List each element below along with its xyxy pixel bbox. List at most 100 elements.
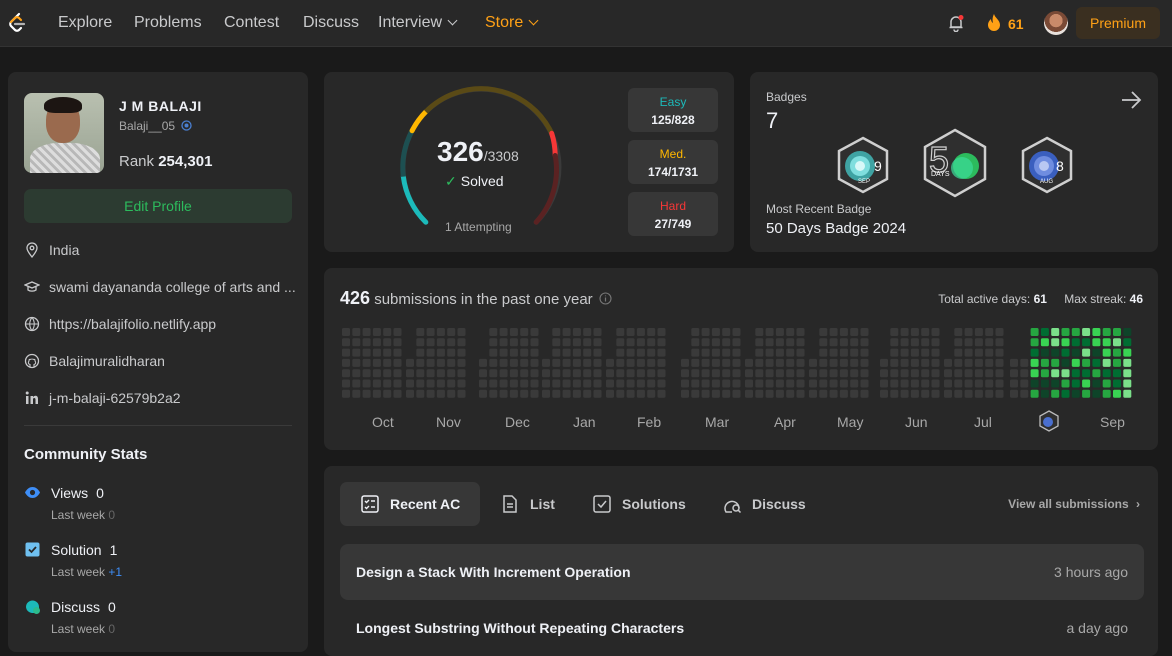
- heatmap-cell[interactable]: [1113, 348, 1121, 357]
- info-icon[interactable]: [599, 292, 612, 305]
- heatmap-cell[interactable]: [829, 369, 838, 378]
- heatmap-cell[interactable]: [1102, 379, 1111, 388]
- leetcode-logo-icon[interactable]: [6, 12, 28, 34]
- heatmap-cell[interactable]: [362, 389, 371, 398]
- heatmap-cell[interactable]: [995, 328, 1004, 336]
- heatmap-cell[interactable]: [593, 369, 602, 378]
- heatmap-cell[interactable]: [489, 379, 498, 388]
- heatmap-cell[interactable]: [416, 358, 425, 367]
- heatmap-cell[interactable]: [436, 389, 445, 398]
- easy-box[interactable]: Easy 125/828: [628, 88, 718, 132]
- heatmap-cell[interactable]: [489, 389, 498, 398]
- heatmap-cell[interactable]: [985, 348, 994, 357]
- heatmap-cell[interactable]: [1051, 328, 1060, 336]
- heatmap-cell[interactable]: [860, 338, 869, 347]
- heatmap-cell[interactable]: [765, 358, 774, 367]
- heatmap-cell[interactable]: [691, 389, 700, 398]
- heatmap-cell[interactable]: [1020, 369, 1029, 378]
- heatmap-cell[interactable]: [880, 379, 888, 388]
- heatmap-cell[interactable]: [1061, 379, 1070, 388]
- heatmap-cell[interactable]: [499, 369, 508, 378]
- heatmap-cell[interactable]: [850, 379, 859, 388]
- heatmap-cell[interactable]: [372, 358, 381, 367]
- heatmap-cell[interactable]: [1051, 358, 1060, 367]
- heatmap-cell[interactable]: [1071, 389, 1080, 398]
- medium-box[interactable]: Med. 174/1731: [628, 140, 718, 184]
- heatmap-cell[interactable]: [900, 389, 909, 398]
- heatmap-cell[interactable]: [860, 389, 869, 398]
- heatmap-cell[interactable]: [974, 379, 983, 388]
- nav-explore[interactable]: Explore: [58, 14, 112, 32]
- heatmap-cell[interactable]: [809, 369, 817, 378]
- heatmap-cell[interactable]: [974, 328, 983, 336]
- heatmap-cell[interactable]: [775, 338, 784, 347]
- heatmap-cell[interactable]: [1010, 358, 1018, 367]
- heatmap-cell[interactable]: [921, 369, 930, 378]
- heatmap-cell[interactable]: [691, 338, 700, 347]
- heatmap-cell[interactable]: [711, 389, 720, 398]
- 50-days-badge-icon[interactable]: 5 DAYS: [922, 128, 988, 198]
- heatmap-cell[interactable]: [562, 328, 571, 336]
- heatmap-cell[interactable]: [809, 358, 817, 367]
- heatmap-cell[interactable]: [426, 358, 435, 367]
- heatmap-cell[interactable]: [921, 379, 930, 388]
- heatmap-cell[interactable]: [1071, 348, 1080, 357]
- streak-flame-icon[interactable]: [986, 13, 1002, 32]
- heatmap-cell[interactable]: [616, 369, 625, 378]
- heatmap-cell[interactable]: [809, 379, 817, 388]
- heatmap-cell[interactable]: [860, 379, 869, 388]
- heatmap-cell[interactable]: [900, 328, 909, 336]
- heatmap-cell[interactable]: [436, 348, 445, 357]
- heatmap-cell[interactable]: [786, 338, 795, 347]
- heatmap-cell[interactable]: [819, 379, 828, 388]
- heatmap-cell[interactable]: [964, 358, 973, 367]
- heatmap-cell[interactable]: [1092, 379, 1101, 388]
- heatmap-cell[interactable]: [829, 338, 838, 347]
- heatmap-cell[interactable]: [520, 338, 529, 347]
- heatmap-cell[interactable]: [499, 389, 508, 398]
- heatmap-cell[interactable]: [819, 358, 828, 367]
- heatmap-cell[interactable]: [416, 328, 425, 336]
- heatmap-cell[interactable]: [1102, 338, 1111, 347]
- heatmap-cell[interactable]: [985, 389, 994, 398]
- heatmap-cell[interactable]: [1071, 358, 1080, 367]
- heatmap-cell[interactable]: [562, 348, 571, 357]
- heatmap-cell[interactable]: [691, 369, 700, 378]
- heatmap-cell[interactable]: [562, 389, 571, 398]
- heatmap-cell[interactable]: [542, 389, 550, 398]
- heatmap-cell[interactable]: [1030, 369, 1039, 378]
- heatmap-cell[interactable]: [426, 389, 435, 398]
- heatmap-cell[interactable]: [447, 379, 456, 388]
- heatmap-cell[interactable]: [393, 389, 402, 398]
- heatmap-cell[interactable]: [765, 328, 774, 336]
- heatmap-cell[interactable]: [447, 358, 456, 367]
- heatmap-cell[interactable]: [572, 348, 581, 357]
- heatmap-cell[interactable]: [436, 358, 445, 367]
- heatmap-cell[interactable]: [552, 348, 561, 357]
- heatmap-cell[interactable]: [636, 379, 645, 388]
- heatmap-cell[interactable]: [691, 358, 700, 367]
- heatmap-cell[interactable]: [995, 358, 1004, 367]
- heatmap-cell[interactable]: [416, 369, 425, 378]
- heatmap-cell[interactable]: [819, 328, 828, 336]
- heatmap-cell[interactable]: [583, 348, 592, 357]
- heatmap-cell[interactable]: [890, 379, 899, 388]
- heatmap-cell[interactable]: [479, 379, 487, 388]
- heatmap-cell[interactable]: [416, 379, 425, 388]
- heatmap-cell[interactable]: [647, 338, 656, 347]
- heatmap-cell[interactable]: [352, 379, 361, 388]
- heatmap-cell[interactable]: [406, 358, 414, 367]
- heatmap-cell[interactable]: [1113, 358, 1121, 367]
- heatmap-cell[interactable]: [931, 379, 940, 388]
- heatmap-cell[interactable]: [572, 389, 581, 398]
- heatmap-cell[interactable]: [900, 338, 909, 347]
- heatmap-cell[interactable]: [1040, 348, 1049, 357]
- heatmap-cell[interactable]: [447, 369, 456, 378]
- heatmap-cell[interactable]: [954, 379, 963, 388]
- heatmap-cell[interactable]: [796, 348, 805, 357]
- heatmap-cell[interactable]: [520, 379, 529, 388]
- heatmap-cell[interactable]: [796, 379, 805, 388]
- heatmap-cell[interactable]: [583, 328, 592, 336]
- heatmap-cell[interactable]: [1092, 369, 1101, 378]
- heatmap-cell[interactable]: [809, 389, 817, 398]
